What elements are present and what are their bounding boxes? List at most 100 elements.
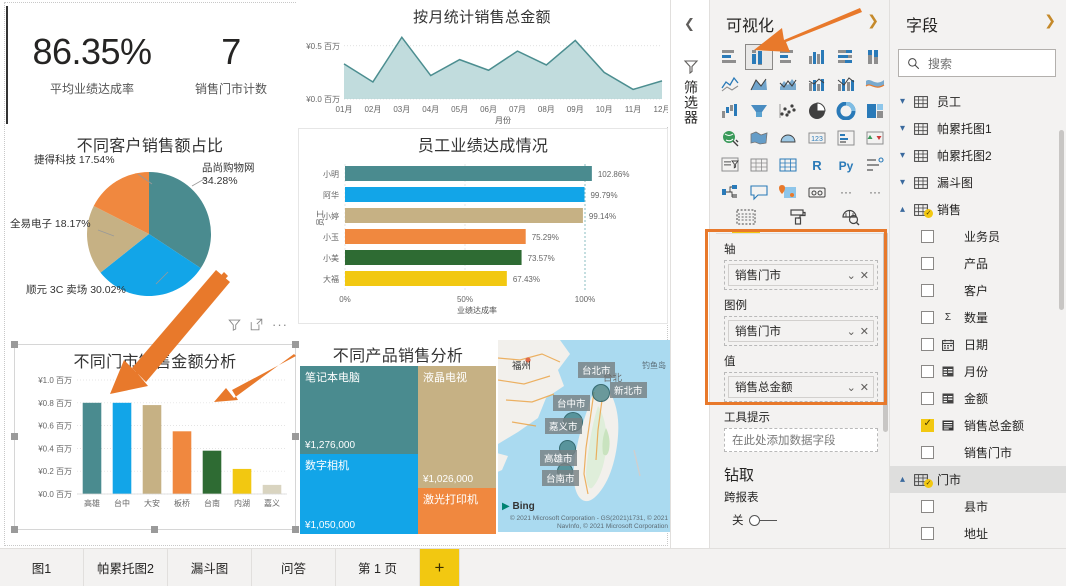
kpi-card-group[interactable]: 86.35% 平均业绩达成率 7 销售门市计数 [6, 6, 296, 124]
stacked-column-chart-icon[interactable] [745, 44, 773, 70]
tooltip-well-dropzone[interactable]: 在此处添加数据字段 [724, 428, 878, 452]
visual-product-sales-treemap[interactable]: 不同产品销售分析 笔记本电脑 ¥1,276,000 数字相机 ¥1,050,000 液晶… [300, 340, 496, 534]
field-item-销售总金额[interactable]: 销售总金额 [890, 412, 1066, 439]
well-dropzone-2[interactable]: 销售总金额 ⌄ ✕ [724, 372, 878, 402]
cross-report-toggle[interactable] [748, 514, 777, 526]
fields-table-帕累托图1[interactable]: ▾ 帕累托图1 [890, 115, 1066, 142]
treemap-icon[interactable] [861, 98, 889, 124]
well-field-pill[interactable]: 销售门市 ⌄ ✕ [728, 264, 874, 286]
add-page-button[interactable]: + [420, 549, 460, 586]
page-tab-帕累托图2[interactable]: 帕累托图2 [84, 549, 168, 586]
fields-tab[interactable] [730, 204, 762, 233]
key-influencers-icon[interactable] [861, 152, 889, 178]
field-item-县市[interactable]: 县市 [890, 493, 1066, 520]
field-item-地址[interactable]: 地址 [890, 520, 1066, 547]
line-clustered-column-icon[interactable] [832, 71, 860, 97]
fields-tree[interactable]: ▾ 员工 ▾ 帕累托图1 ▾ 帕累托图2 ▾ 漏斗图 ▴ ✓ 销售 业务员 产品… [890, 88, 1066, 548]
field-checkbox[interactable] [921, 446, 934, 459]
table-icon[interactable] [745, 152, 773, 178]
resize-handle-br[interactable] [292, 526, 299, 533]
card-icon[interactable]: 123 [803, 125, 831, 151]
shape-map-icon[interactable] [774, 125, 802, 151]
field-item-日期[interactable]: 日期 [890, 331, 1066, 358]
well-dropzone-1[interactable]: 销售门市 ⌄ ✕ [724, 316, 878, 346]
field-checkbox[interactable] [921, 418, 934, 432]
treemap-tile-1[interactable]: 数字相机 ¥1,050,000 [300, 454, 418, 534]
field-checkbox[interactable] [921, 230, 934, 243]
kpi-average-rate[interactable]: 86.35% 平均业绩达成率 [12, 34, 172, 97]
resize-handle-l[interactable] [11, 433, 18, 440]
treemap-tile-3[interactable]: 激光打印机 [418, 488, 496, 534]
page-tab-图1[interactable]: 图1 [0, 549, 84, 586]
visual-customer-share-pie-chart[interactable]: 不同客户销售额占比 品尚购物网 34.28% 顺元 3C 卖场 30.02% 全易电… [6, 128, 294, 332]
search-input[interactable]: 搜索 [898, 49, 1056, 77]
analytics-tab[interactable] [834, 204, 866, 230]
report-canvas[interactable]: 86.35% 平均业绩达成率 7 销售门市计数 按月统计销售总金额 ¥0.5 百… [0, 0, 670, 548]
fields-table-员工[interactable]: ▾ 员工 [890, 88, 1066, 115]
page-tab-第 1 页[interactable]: 第 1 页 [336, 549, 420, 586]
page-tab-bar[interactable]: 图1 帕累托图2 漏斗图 问答第 1 页 + [0, 548, 1066, 586]
100-stacked-column-chart-icon[interactable] [861, 44, 889, 70]
field-item-销售门市[interactable]: 销售门市 [890, 439, 1066, 466]
filter-icon[interactable] [228, 318, 241, 331]
fields-pane-scrollbar[interactable] [1059, 130, 1064, 310]
field-checkbox[interactable] [921, 257, 934, 270]
r-script-icon[interactable]: R [803, 152, 831, 178]
visual-property-tabs[interactable] [716, 200, 888, 234]
map-bubble-taipei[interactable] [592, 384, 610, 402]
clustered-column-chart-icon[interactable] [803, 44, 831, 70]
visualizations-pane-scrollbar[interactable] [883, 232, 888, 432]
more-options-icon[interactable]: ··· [272, 318, 288, 331]
area-chart-icon[interactable] [745, 71, 773, 97]
kpi-store-count[interactable]: 7 销售门市计数 [176, 34, 286, 97]
filled-map-icon[interactable] [745, 125, 773, 151]
resize-handle-bl[interactable] [11, 526, 18, 533]
filters-pane-collapsed[interactable]: ❮ 筛选器 [670, 0, 710, 548]
map-icon[interactable] [716, 125, 744, 151]
visual-store-map[interactable]: 福州 钓鱼岛 台北市 新北市 台北 台中市 嘉义市 高雄市 台南市 ▶ Bing… [498, 340, 670, 532]
resize-handle-b[interactable] [151, 526, 158, 533]
page-tab-漏斗图[interactable]: 漏斗图 [168, 549, 252, 586]
slicer-icon[interactable] [716, 152, 744, 178]
visual-employee-performance-bar-chart[interactable]: 员工业绩达成情况 小明 102.86% 阿华 99.79% 小婷 99.14% 小玉 75.2… [298, 128, 668, 324]
stacked-bar-chart-icon[interactable] [716, 44, 744, 70]
visualization-type-grid[interactable]: 123 R Py ··· ··· [716, 44, 888, 205]
waterfall-chart-icon[interactable] [716, 98, 744, 124]
chevron-down-icon[interactable]: ▾ [894, 123, 911, 134]
fields-table-帕累托图2[interactable]: ▾ 帕累托图2 [890, 142, 1066, 169]
field-item-客户[interactable]: 客户 [890, 277, 1066, 304]
visual-monthly-sales-area-chart[interactable]: 按月统计销售总金额 ¥0.5 百万 ¥0.0 百万 01月 02月 03月 04月 05月 0… [296, 2, 670, 126]
field-item-业务员[interactable]: 业务员 [890, 223, 1066, 250]
fields-table-漏斗图[interactable]: ▾ 漏斗图 [890, 169, 1066, 196]
line-stacked-column-icon[interactable] [803, 71, 831, 97]
scatter-chart-icon[interactable] [774, 98, 802, 124]
focus-mode-icon[interactable] [250, 318, 263, 331]
chevron-down-icon[interactable]: ⌄ [847, 381, 856, 394]
well-field-pill[interactable]: 销售总金额 ⌄ ✕ [728, 376, 874, 398]
field-checkbox[interactable] [921, 392, 934, 405]
collapse-chevron-icon[interactable]: ❮ [684, 16, 695, 32]
clustered-bar-chart-icon[interactable] [774, 44, 802, 70]
chevron-down-icon[interactable]: ▾ [894, 96, 911, 107]
fields-pane[interactable]: 字段 ❯ 搜索 ▾ 员工 ▾ 帕累托图1 ▾ 帕累托图2 ▾ 漏斗图 ▴ ✓ 销… [890, 0, 1066, 548]
chevron-up-icon[interactable]: ▴ [894, 474, 911, 485]
pie-chart-icon[interactable] [803, 98, 831, 124]
treemap-tile-2[interactable]: 液晶电视 ¥1,026,000 [418, 366, 496, 488]
field-checkbox[interactable] [921, 500, 934, 513]
well-dropzone-0[interactable]: 销售门市 ⌄ ✕ [724, 260, 878, 290]
fields-expand-chevron-icon[interactable]: ❯ [1044, 12, 1056, 29]
matrix-icon[interactable] [774, 152, 802, 178]
cross-report-toggle-row[interactable]: 关 [732, 512, 890, 528]
donut-chart-icon[interactable] [832, 98, 860, 124]
treemap-tile-0[interactable]: 笔记本电脑 ¥1,276,000 [300, 366, 418, 454]
format-tab[interactable] [782, 204, 814, 230]
field-checkbox[interactable] [921, 365, 934, 378]
page-tab-问答[interactable]: 问答 [252, 549, 336, 586]
field-item-产品[interactable]: 产品 [890, 250, 1066, 277]
field-checkbox[interactable] [921, 527, 934, 540]
stacked-area-chart-icon[interactable] [774, 71, 802, 97]
filter-funnel-icon[interactable] [683, 58, 699, 74]
multi-row-card-icon[interactable] [832, 125, 860, 151]
resize-handle-tr[interactable] [292, 341, 299, 348]
field-item-金额[interactable]: 金额 [890, 385, 1066, 412]
